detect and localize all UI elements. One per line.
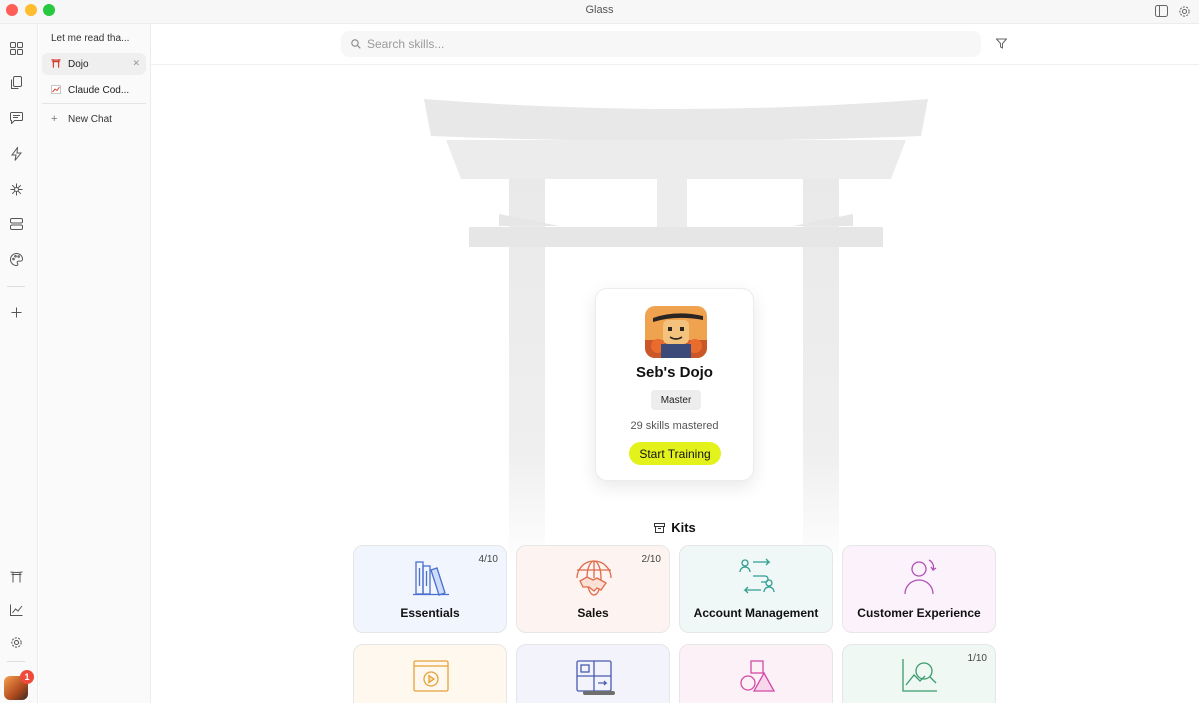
notification-badge: 1	[20, 670, 34, 684]
kit-progress: 1/10	[967, 653, 987, 664]
search-toolbar	[151, 24, 1199, 65]
sparkle-icon[interactable]	[5, 178, 27, 200]
kit-label: Customer Experience	[857, 606, 981, 620]
start-training-button[interactable]: Start Training	[629, 442, 721, 465]
kit-card[interactable]	[353, 644, 507, 703]
apps-grid-icon[interactable]	[5, 37, 27, 59]
main-content: Seb's Dojo Master 29 skills mastered Sta…	[151, 24, 1199, 703]
shapes-icon	[740, 660, 776, 692]
chart-emoji-icon	[51, 84, 63, 96]
kit-card-essentials[interactable]: 4/10 Essentials	[353, 545, 507, 633]
settings-icon[interactable]	[5, 631, 27, 653]
chart-magnify-icon	[902, 659, 937, 692]
rail-divider	[7, 286, 25, 287]
rank-badge: Master	[651, 390, 701, 410]
handshake-globe-icon	[576, 560, 612, 596]
icon-rail: 1	[0, 24, 38, 703]
filter-icon[interactable]	[995, 36, 1012, 52]
chat-item-claude-code[interactable]: Claude Cod...	[42, 79, 146, 101]
kit-progress: 2/10	[641, 554, 661, 565]
lightning-icon[interactable]	[5, 143, 27, 165]
torii-gate-icon	[51, 58, 63, 70]
skills-mastered-count: 29 skills mastered	[630, 420, 719, 432]
user-avatar[interactable]: 1	[4, 670, 34, 700]
palette-icon[interactable]	[5, 248, 27, 270]
search-input[interactable]	[367, 37, 957, 51]
new-chat-button[interactable]: + New Chat	[42, 108, 146, 130]
close-icon[interactable]: ✕	[132, 58, 140, 69]
profile-card: Seb's Dojo Master 29 skills mastered Sta…	[595, 288, 754, 481]
kit-label: Sales	[577, 606, 609, 620]
kits-heading: Kits	[151, 520, 1199, 535]
archive-box-icon	[654, 522, 666, 533]
rail-divider	[7, 661, 25, 662]
settings-gear-icon[interactable]	[1175, 2, 1193, 20]
kit-label: Essentials	[400, 606, 460, 620]
search-bar[interactable]	[341, 31, 981, 57]
video-play-icon	[413, 660, 449, 692]
title-bar: Glass	[0, 0, 1199, 24]
chat-bubble-icon[interactable]	[5, 107, 27, 129]
dojo-avatar	[645, 306, 707, 358]
window-title: Glass	[585, 4, 614, 16]
new-chat-label: New Chat	[68, 113, 112, 125]
chat-item-dojo[interactable]: Dojo ✕	[42, 53, 146, 75]
chat-list-panel: Let me read tha... Dojo ✕ Claude Cod... …	[39, 24, 151, 703]
kit-progress: 4/10	[478, 554, 498, 565]
kit-label: Account Management	[693, 606, 819, 620]
kit-card-customer-experience[interactable]: Customer Experience	[842, 545, 996, 633]
kit-card-account-management[interactable]: Account Management	[679, 545, 833, 633]
analytics-chart-icon[interactable]	[5, 599, 27, 621]
search-icon	[351, 39, 361, 49]
panel-divider	[42, 103, 146, 104]
kits-title: Kits	[671, 520, 696, 535]
people-exchange-icon	[739, 558, 775, 594]
database-icon[interactable]	[5, 213, 27, 235]
books-icon	[413, 561, 449, 596]
chat-item-label: Dojo	[68, 58, 89, 70]
dojo-name: Seb's Dojo	[636, 364, 713, 381]
add-icon[interactable]	[5, 301, 27, 323]
chat-item-label: Claude Cod...	[68, 84, 130, 96]
kit-card[interactable]	[679, 644, 833, 703]
person-refresh-icon	[904, 559, 937, 595]
kit-card[interactable]: 1/10	[842, 644, 996, 703]
horizontal-scroll-handle[interactable]	[583, 691, 615, 695]
torii-gate-icon[interactable]	[5, 566, 27, 588]
documents-icon[interactable]	[5, 72, 27, 94]
chat-list-heading[interactable]: Let me read tha...	[51, 33, 129, 44]
kit-card-sales[interactable]: 2/10 Sales	[516, 545, 670, 633]
sidebar-toggle-icon[interactable]	[1152, 2, 1170, 20]
plus-icon: +	[51, 113, 58, 125]
